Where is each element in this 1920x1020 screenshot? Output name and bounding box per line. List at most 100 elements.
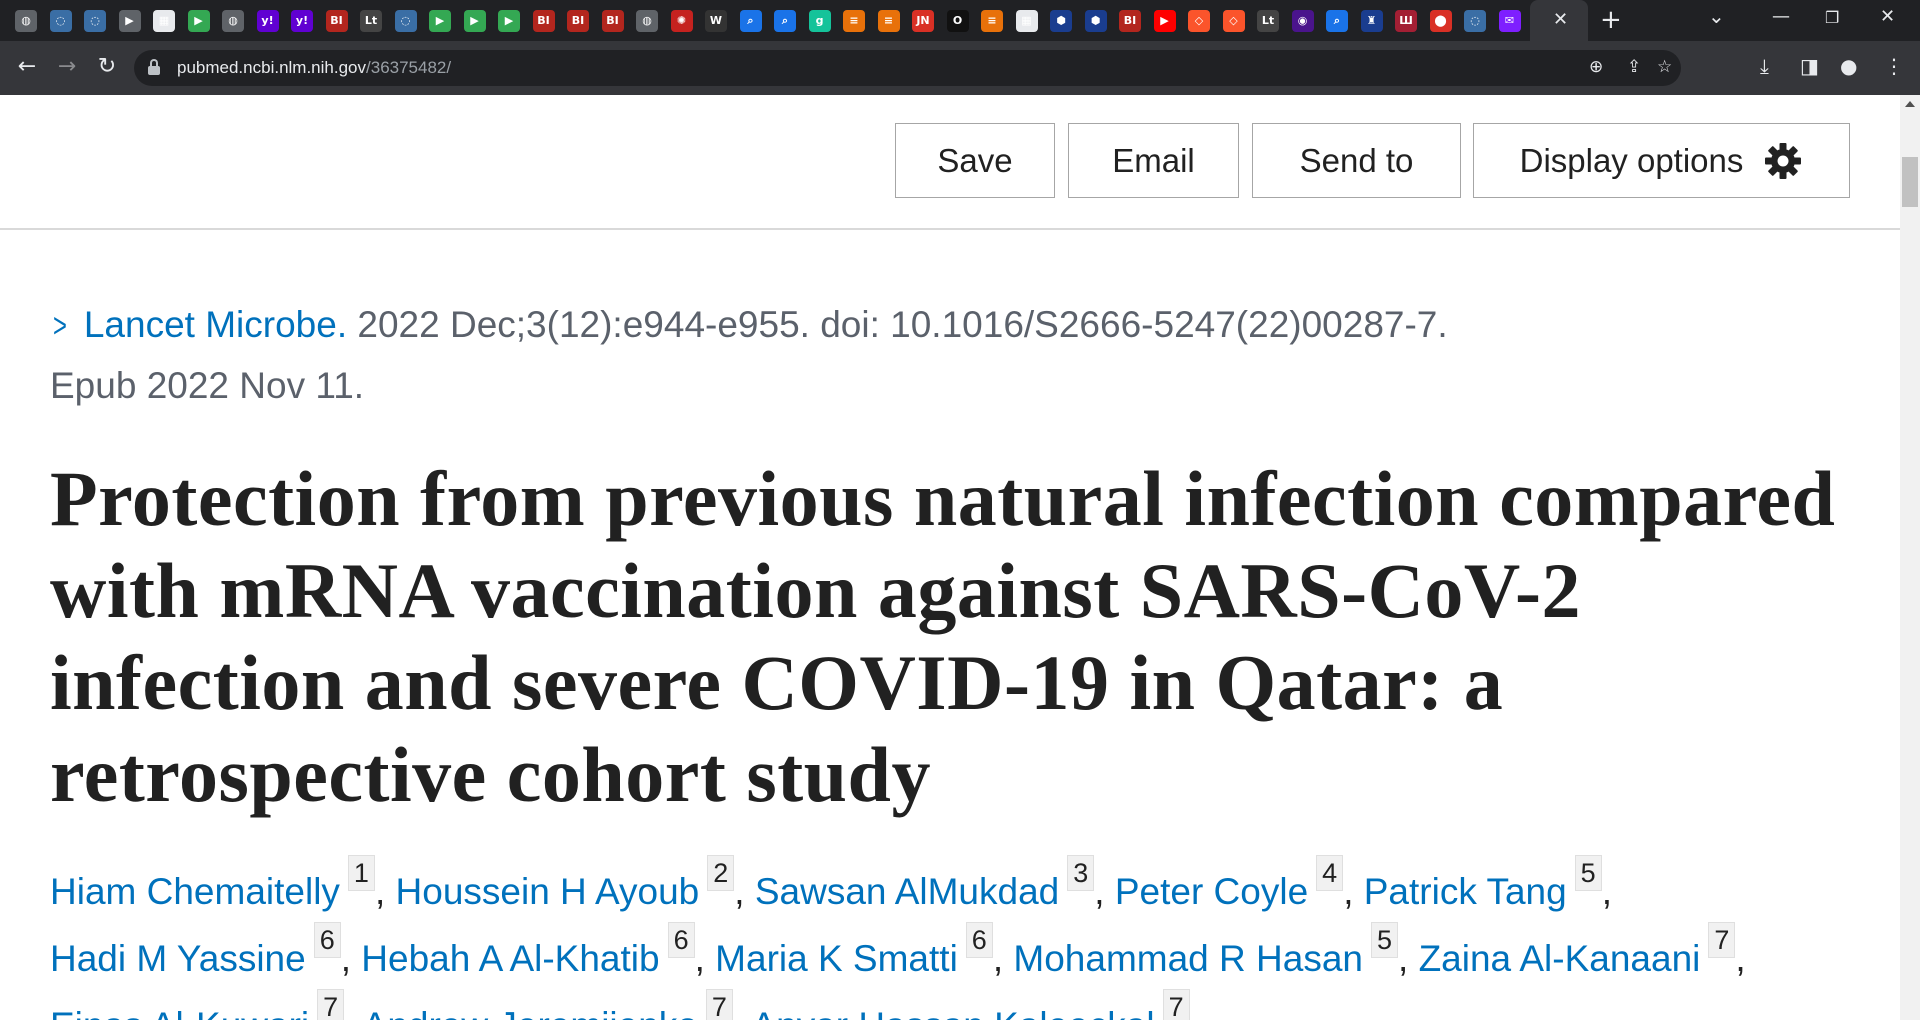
minimize-icon[interactable]: — xyxy=(1772,6,1790,27)
yahoo-icon[interactable]: y! xyxy=(291,10,313,32)
zoom-icon[interactable]: ⊕ xyxy=(1589,57,1603,77)
author-name-link[interactable]: Hebah A Al-Khatib xyxy=(361,938,659,979)
epub-date: Epub 2022 Nov 11. xyxy=(50,365,365,406)
restore-icon[interactable]: ❐ xyxy=(1825,8,1839,27)
affiliation-button[interactable]: 1 xyxy=(347,855,375,891)
business-insider-icon[interactable]: BI xyxy=(532,10,555,32)
bookmark-star-icon[interactable]: ☆ xyxy=(1657,57,1672,77)
brave-icon[interactable]: ◇ xyxy=(1222,10,1245,32)
affiliation-button[interactable]: 5 xyxy=(1370,922,1399,958)
page-scrollbar[interactable] xyxy=(1900,95,1920,1020)
menu-kebab-icon[interactable]: ⋮ xyxy=(1884,54,1904,78)
shield-icon[interactable]: ◌ xyxy=(394,10,417,32)
download-icon[interactable]: ⤓ xyxy=(1760,54,1769,78)
play-icon[interactable]: ▶ xyxy=(498,10,520,32)
burst-icon[interactable]: ✺ xyxy=(670,10,693,32)
affiliation-button[interactable]: 6 xyxy=(313,922,341,958)
address-bar[interactable]: pubmed.ncbi.nlm.nih.gov/36375482/ ⊕ ⇪ ☆ xyxy=(134,50,1681,86)
newspaper-icon[interactable]: W xyxy=(705,10,727,32)
window-close-icon[interactable]: ✕ xyxy=(1880,6,1895,27)
grammarly-icon[interactable]: g xyxy=(808,10,831,32)
bookmark-icon[interactable]: ≡ xyxy=(877,10,900,32)
profile-icon[interactable]: ● xyxy=(1840,54,1857,78)
affiliation-button[interactable]: 4 xyxy=(1316,855,1344,891)
grid-icon[interactable]: ▦ xyxy=(1015,10,1038,32)
url-text[interactable]: pubmed.ncbi.nlm.nih.gov/36375482/ xyxy=(177,58,451,78)
display-options-button[interactable]: Display options xyxy=(1473,123,1850,198)
back-icon[interactable]: ← xyxy=(12,52,42,82)
search-icon[interactable]: ⌕ xyxy=(739,10,762,32)
affiliation-button[interactable]: 7 xyxy=(1162,989,1190,1020)
circle-icon[interactable]: O xyxy=(946,10,969,32)
author-name-link[interactable]: Houssein H Ayoub xyxy=(396,871,700,912)
mail-icon[interactable]: ✉ xyxy=(1498,10,1521,32)
script-icon[interactable]: Lt xyxy=(1257,10,1279,32)
affiliation-button[interactable]: 7 xyxy=(705,989,733,1020)
affiliation-button[interactable]: 7 xyxy=(1708,922,1736,958)
badge-icon[interactable]: ◉ xyxy=(1291,10,1314,32)
author-name-link[interactable]: Sawsan AlMukdad xyxy=(755,871,1059,912)
bookmark-icon[interactable]: ≡ xyxy=(981,10,1003,32)
save-button[interactable]: Save xyxy=(895,123,1055,198)
send-to-button[interactable]: Send to xyxy=(1252,123,1461,198)
puzzle-icon[interactable]: ▦ xyxy=(153,10,175,32)
business-insider-icon[interactable]: BI xyxy=(601,10,624,32)
forward-icon[interactable]: → xyxy=(52,52,82,82)
business-insider-icon[interactable]: BI xyxy=(567,10,589,32)
tab-search-icon[interactable]: ⌄ xyxy=(1708,4,1725,28)
affiliation-button[interactable]: 6 xyxy=(965,922,993,958)
globe-icon[interactable]: ◍ xyxy=(15,10,37,32)
chevron-right-icon[interactable]: > xyxy=(53,296,67,356)
brave-icon[interactable]: ◇ xyxy=(1188,10,1210,32)
play-icon[interactable]: ▶ xyxy=(463,10,486,32)
email-button[interactable]: Email xyxy=(1068,123,1239,198)
author-name-link[interactable]: Maria K Smatti xyxy=(715,938,958,979)
pin-icon[interactable]: ⬤ xyxy=(1429,10,1452,32)
affiliation-button[interactable]: 3 xyxy=(1067,855,1095,891)
affiliation-button[interactable]: 6 xyxy=(667,922,695,958)
business-insider-icon[interactable]: BI xyxy=(1119,10,1141,32)
lock-icon[interactable] xyxy=(148,59,160,75)
globe-icon[interactable]: ◍ xyxy=(222,10,244,32)
play-icon[interactable]: ▶ xyxy=(187,10,210,32)
bookmark-icon[interactable]: ≡ xyxy=(843,10,865,32)
video-icon[interactable]: ▶ xyxy=(118,10,141,32)
yahoo-icon[interactable]: y! xyxy=(256,10,279,32)
journal-link[interactable]: Lancet Microbe. xyxy=(84,304,347,345)
author-name-link[interactable]: Peter Coyle xyxy=(1115,871,1308,912)
affiliation-button[interactable]: 2 xyxy=(707,855,735,891)
author-name-link[interactable]: Einas Al-Kuwari xyxy=(50,1005,309,1020)
script-icon[interactable]: Lt xyxy=(360,10,382,32)
url-path: /36375482/ xyxy=(366,58,452,77)
author-name-link[interactable]: Andrew Jeremijenko xyxy=(363,1005,698,1020)
author-name-link[interactable]: Hadi M Yassine xyxy=(50,938,306,979)
side-panel-icon[interactable]: ◨ xyxy=(1800,54,1819,78)
new-tab-icon[interactable]: + xyxy=(1600,5,1622,35)
library-icon[interactable]: Ш xyxy=(1395,10,1417,32)
globe-icon[interactable]: ◍ xyxy=(636,10,658,32)
search-icon[interactable]: ⌕ xyxy=(1326,10,1348,32)
crest-icon[interactable]: ♜ xyxy=(1360,10,1383,32)
youtube-icon[interactable]: ▶ xyxy=(1153,10,1176,32)
author-name-link[interactable]: Mohammad R Hasan xyxy=(1013,938,1363,979)
reload-icon[interactable]: ↻ xyxy=(92,52,122,82)
play-icon[interactable]: ▶ xyxy=(429,10,451,32)
shield-icon[interactable]: ◌ xyxy=(84,10,106,32)
hex-icon[interactable]: ⬢ xyxy=(1084,10,1107,32)
affiliation-button[interactable]: 5 xyxy=(1574,855,1602,891)
search-icon[interactable]: ⌕ xyxy=(774,10,796,32)
scroll-up-arrow-icon[interactable] xyxy=(1905,101,1915,107)
author-name-link[interactable]: Patrick Tang xyxy=(1364,871,1567,912)
jn-icon[interactable]: JN xyxy=(912,10,934,32)
author-name-link[interactable]: Zaina Al-Kanaani xyxy=(1419,938,1701,979)
shield-icon[interactable]: ◌ xyxy=(1464,10,1486,32)
author-name-link[interactable]: Anvar Hassan Kaleeckal xyxy=(751,1005,1154,1020)
affiliation-button[interactable]: 7 xyxy=(317,989,345,1020)
close-tab-icon[interactable]: ✕ xyxy=(1553,9,1568,30)
shield-icon[interactable]: ◌ xyxy=(49,10,72,32)
share-icon[interactable]: ⇪ xyxy=(1627,57,1641,77)
scroll-thumb[interactable] xyxy=(1902,157,1918,207)
author-name-link[interactable]: Hiam Chemaitelly xyxy=(50,871,340,912)
business-insider-icon[interactable]: BI xyxy=(325,10,348,32)
hex-icon[interactable]: ⬢ xyxy=(1050,10,1072,32)
